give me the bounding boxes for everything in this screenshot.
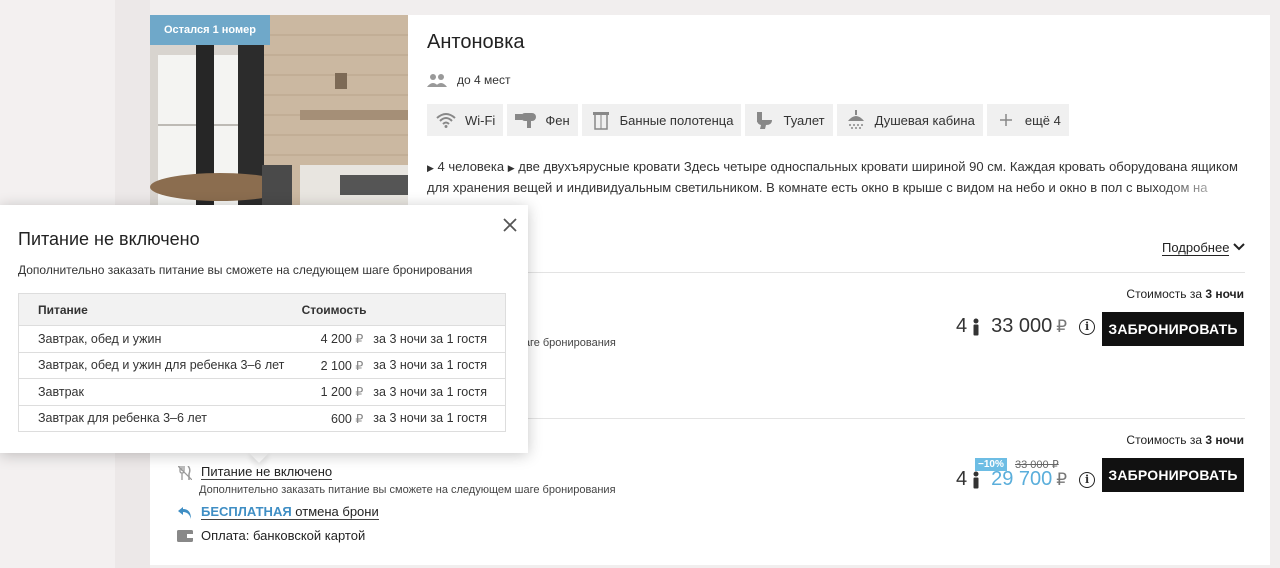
cutlery-icon bbox=[177, 465, 193, 480]
plus-icon bbox=[995, 110, 1017, 130]
book-button[interactable]: ЗАБРОНИРОВАТЬ bbox=[1102, 312, 1244, 346]
payment-info: Оплата: банковской картой bbox=[177, 528, 365, 543]
meal-per: за 3 ночи за 1 гостя bbox=[373, 325, 506, 352]
free-cancellation-link[interactable]: БЕСПЛАТНАЯ отмена брони bbox=[201, 505, 379, 520]
chevron-down-icon[interactable] bbox=[1233, 242, 1245, 252]
right-background bbox=[1270, 0, 1280, 568]
cost-nights: 3 ночи bbox=[1205, 287, 1244, 301]
amenity-label: Фен bbox=[545, 112, 570, 128]
cost-prefix: Стоимость за bbox=[1126, 287, 1203, 301]
availability-badge: Остался 1 номер bbox=[150, 15, 270, 45]
meal-per: за 3 ночи за 1 гостя bbox=[373, 351, 506, 379]
meal-info: Питание не включено bbox=[177, 465, 333, 480]
cost-nights: 3 ночи bbox=[1205, 433, 1244, 447]
meal-per: за 3 ночи за 1 гостя bbox=[373, 378, 506, 405]
meal-per: за 3 ночи за 1 гостя bbox=[373, 404, 506, 432]
description-part-2: две двухъярусные кровати Здесь четыре од… bbox=[427, 159, 1238, 195]
cancellation-info: БЕСПЛАТНАЯ отмена брони bbox=[177, 505, 379, 520]
room-description: ▶ 4 человека ▶ две двухъярусные кровати … bbox=[427, 157, 1247, 197]
wallet-icon bbox=[177, 529, 193, 543]
guests-count: 4 bbox=[956, 468, 968, 490]
amenity-label: Wi-Fi bbox=[465, 112, 496, 128]
meal-name: Завтрак, обед и ужин для ребенка 3–6 лет bbox=[18, 351, 302, 379]
payment-label: Оплата: банковской картой bbox=[201, 528, 366, 543]
meal-popover: Питание не включено Дополнительно заказа… bbox=[0, 205, 528, 453]
info-icon[interactable]: i bbox=[1079, 471, 1096, 488]
caret-right-icon: ▶ bbox=[507, 163, 515, 173]
amenity-label: Банные полотенца bbox=[619, 112, 734, 128]
amenity-label: Душевая кабина bbox=[874, 112, 975, 128]
currency: ₽ bbox=[1056, 316, 1068, 336]
cancel-label: отмена брони bbox=[295, 504, 379, 519]
room-title[interactable]: Антоновка bbox=[427, 31, 525, 54]
close-icon[interactable] bbox=[500, 215, 520, 235]
toilet-icon bbox=[753, 110, 775, 130]
meal-not-included-link[interactable]: Питание не включено bbox=[201, 465, 333, 480]
info-icon[interactable]: i bbox=[1079, 318, 1096, 335]
price-value: 33 000 bbox=[991, 315, 1053, 337]
description-part-1: 4 человека bbox=[437, 159, 505, 174]
meal-table: Питание Стоимость Завтрак, обед и ужин 4… bbox=[18, 293, 506, 432]
table-row: Завтрак, обед и ужин 4 200 ₽ за 3 ночи з… bbox=[18, 325, 506, 352]
hairdryer-icon bbox=[515, 110, 537, 130]
rate-2-cost-label: Стоимость за 3 ночи bbox=[1126, 433, 1244, 447]
room-capacity: до 4 мест bbox=[427, 73, 510, 87]
description-fade bbox=[1157, 177, 1247, 197]
meal-price: 600 ₽ bbox=[301, 404, 374, 432]
table-row: Завтрак, обед и ужин для ребенка 3–6 лет… bbox=[18, 351, 506, 379]
free-label: БЕСПЛАТНАЯ bbox=[201, 504, 292, 519]
table-header-row: Питание Стоимость bbox=[18, 293, 506, 326]
meal-name: Завтрак, обед и ужин bbox=[18, 325, 302, 352]
column-header-meal: Питание bbox=[18, 293, 302, 326]
towel-icon bbox=[590, 110, 612, 130]
guests-count: 4 bbox=[956, 315, 968, 337]
price-value: 29 700 bbox=[991, 468, 1053, 490]
rate-1-meal-note-partial: шаге бронирования bbox=[515, 337, 616, 349]
rate-1-price: 4 33 000 ₽ i bbox=[956, 315, 1096, 338]
caret-right-icon: ▶ bbox=[427, 163, 434, 173]
amenity-hairdryer: Фен bbox=[507, 104, 578, 136]
rate-1-cost-label: Стоимость за 3 ночи bbox=[1126, 287, 1244, 301]
meal-price: 1 200 ₽ bbox=[301, 378, 374, 405]
amenity-towels: Банные полотенца bbox=[581, 104, 742, 136]
rate-2-price: 4 29 700 ₽ i bbox=[956, 468, 1096, 491]
wifi-icon bbox=[435, 110, 457, 130]
meal-price: 2 100 ₽ bbox=[301, 351, 374, 379]
meal-price: 4 200 ₽ bbox=[301, 325, 374, 352]
amenity-shower: Душевая кабина bbox=[836, 104, 983, 136]
amenity-label: Туалет bbox=[783, 112, 825, 128]
meal-name: Завтрак для ребенка 3–6 лет bbox=[18, 404, 302, 432]
rate-divider bbox=[427, 418, 1245, 419]
popover-subtitle: Дополнительно заказать питание вы сможет… bbox=[18, 263, 473, 277]
amenity-wifi: Wi-Fi bbox=[427, 104, 504, 136]
meal-note: Дополнительно заказать питание вы сможет… bbox=[199, 484, 616, 496]
shower-icon bbox=[845, 110, 867, 130]
guests-icon bbox=[427, 74, 447, 87]
amenity-toilet: Туалет bbox=[745, 104, 833, 136]
amenities-list: Wi-Fi Фен Банные полотенца Туалет Душева… bbox=[427, 104, 1069, 136]
meal-name: Завтрак bbox=[18, 378, 302, 405]
amenities-more-button[interactable]: ещё 4 bbox=[986, 104, 1069, 136]
capacity-label: до 4 мест bbox=[457, 73, 511, 87]
more-details-link[interactable]: Подробнее bbox=[1162, 241, 1230, 256]
table-row: Завтрак 1 200 ₽ за 3 ночи за 1 гостя bbox=[18, 378, 506, 405]
cost-prefix: Стоимость за bbox=[1126, 433, 1203, 447]
undo-arrow-icon bbox=[177, 506, 193, 520]
book-button[interactable]: ЗАБРОНИРОВАТЬ bbox=[1102, 458, 1244, 492]
popover-title: Питание не включено bbox=[18, 229, 200, 249]
person-icon bbox=[973, 318, 979, 335]
table-row: Завтрак для ребенка 3–6 лет 600 ₽ за 3 н… bbox=[18, 404, 506, 432]
rate-divider bbox=[427, 272, 1245, 273]
person-icon bbox=[973, 471, 979, 488]
currency: ₽ bbox=[1056, 469, 1068, 489]
column-header-cost: Стоимость bbox=[301, 293, 506, 326]
amenity-more-label: ещё 4 bbox=[1024, 112, 1061, 128]
room-photo[interactable]: Остался 1 номер bbox=[150, 15, 408, 207]
